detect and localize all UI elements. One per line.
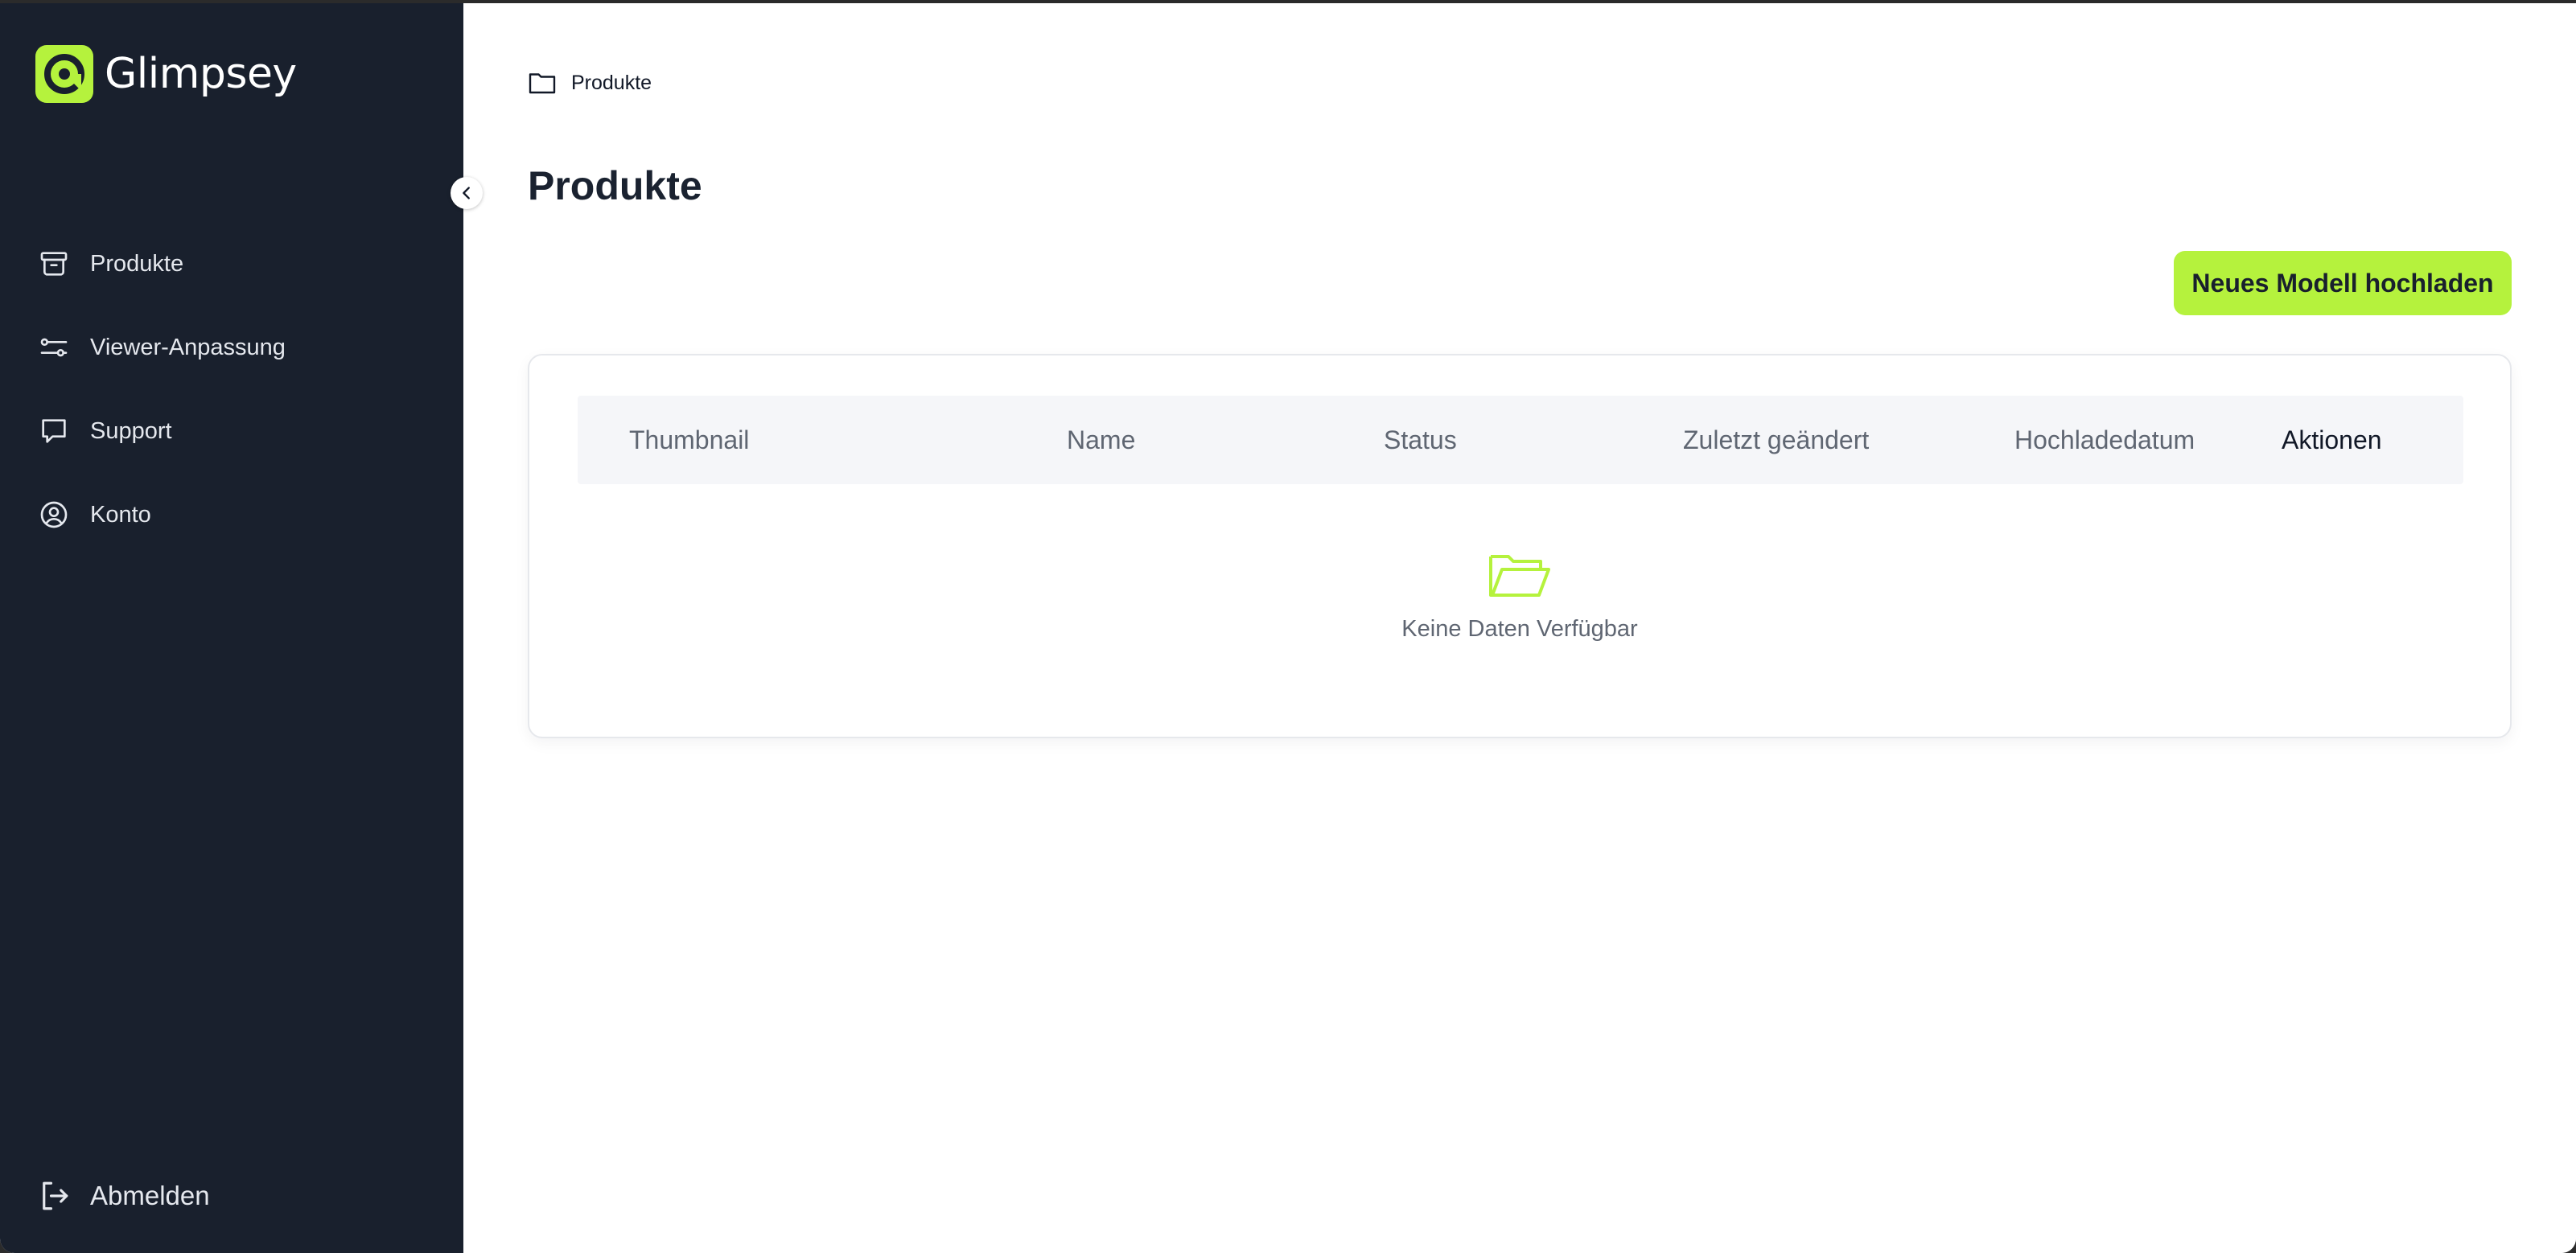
- sliders-icon: [35, 329, 72, 366]
- chat-bubble-icon: [35, 413, 72, 450]
- logout-icon: [35, 1177, 72, 1214]
- archive-box-icon: [35, 245, 72, 282]
- breadcrumb-item[interactable]: Produkte: [571, 72, 652, 95]
- empty-state: Keine Daten Verfügbar: [529, 548, 2510, 643]
- sidebar-item-support[interactable]: Support: [35, 407, 286, 455]
- user-circle-icon: [35, 496, 72, 533]
- column-header-thumbnail[interactable]: Thumbnail: [629, 396, 749, 484]
- main-content: Produkte Produkte Neues Modell hochladen…: [463, 3, 2576, 1253]
- sidebar-item-label: Konto: [90, 501, 151, 528]
- column-header-last-modified[interactable]: Zuletzt geändert: [1683, 396, 1869, 484]
- column-header-actions: Aktionen: [2282, 425, 2382, 454]
- sidebar-item-label: Produkte: [90, 250, 184, 277]
- column-header-name[interactable]: Name: [1067, 396, 1135, 484]
- upload-model-button[interactable]: Neues Modell hochladen: [2174, 251, 2512, 315]
- sidebar-nav: Produkte Viewer-Anpassung Support Konto: [35, 240, 286, 574]
- logo[interactable]: Glimpsey: [35, 45, 297, 103]
- sidebar-collapse-button[interactable]: [451, 177, 483, 209]
- sidebar-item-label: Support: [90, 417, 172, 444]
- products-table-card: Thumbnail Name Status Zuletzt geändert H…: [528, 354, 2512, 738]
- sidebar-item-konto[interactable]: Konto: [35, 491, 286, 539]
- page-title: Produkte: [528, 163, 702, 208]
- sidebar-item-label: Viewer-Anpassung: [90, 334, 286, 360]
- chevron-left-icon: [463, 187, 470, 199]
- app-window: Glimpsey Produkte Viewer-Anpassung Suppo…: [0, 3, 2576, 1253]
- sidebar-item-viewer-anpassung[interactable]: Viewer-Anpassung: [35, 323, 286, 372]
- table-header: Thumbnail Name Status Zuletzt geändert H…: [578, 396, 2463, 484]
- column-header-upload-date[interactable]: Hochladedatum: [2014, 396, 2195, 484]
- logout-button[interactable]: Abmelden: [35, 1177, 210, 1214]
- sidebar: Glimpsey Produkte Viewer-Anpassung Suppo…: [0, 3, 463, 1253]
- column-header-status[interactable]: Status: [1384, 396, 1457, 484]
- glimpsey-logo-icon: [35, 45, 93, 103]
- logo-text: Glimpsey: [105, 50, 297, 98]
- folder-open-icon: [1486, 548, 1553, 603]
- breadcrumb: Produkte: [528, 69, 652, 97]
- sidebar-item-produkte[interactable]: Produkte: [35, 240, 286, 288]
- logout-label: Abmelden: [90, 1181, 210, 1210]
- empty-state-text: Keine Daten Verfügbar: [1401, 616, 1638, 642]
- folder-icon: [528, 69, 558, 97]
